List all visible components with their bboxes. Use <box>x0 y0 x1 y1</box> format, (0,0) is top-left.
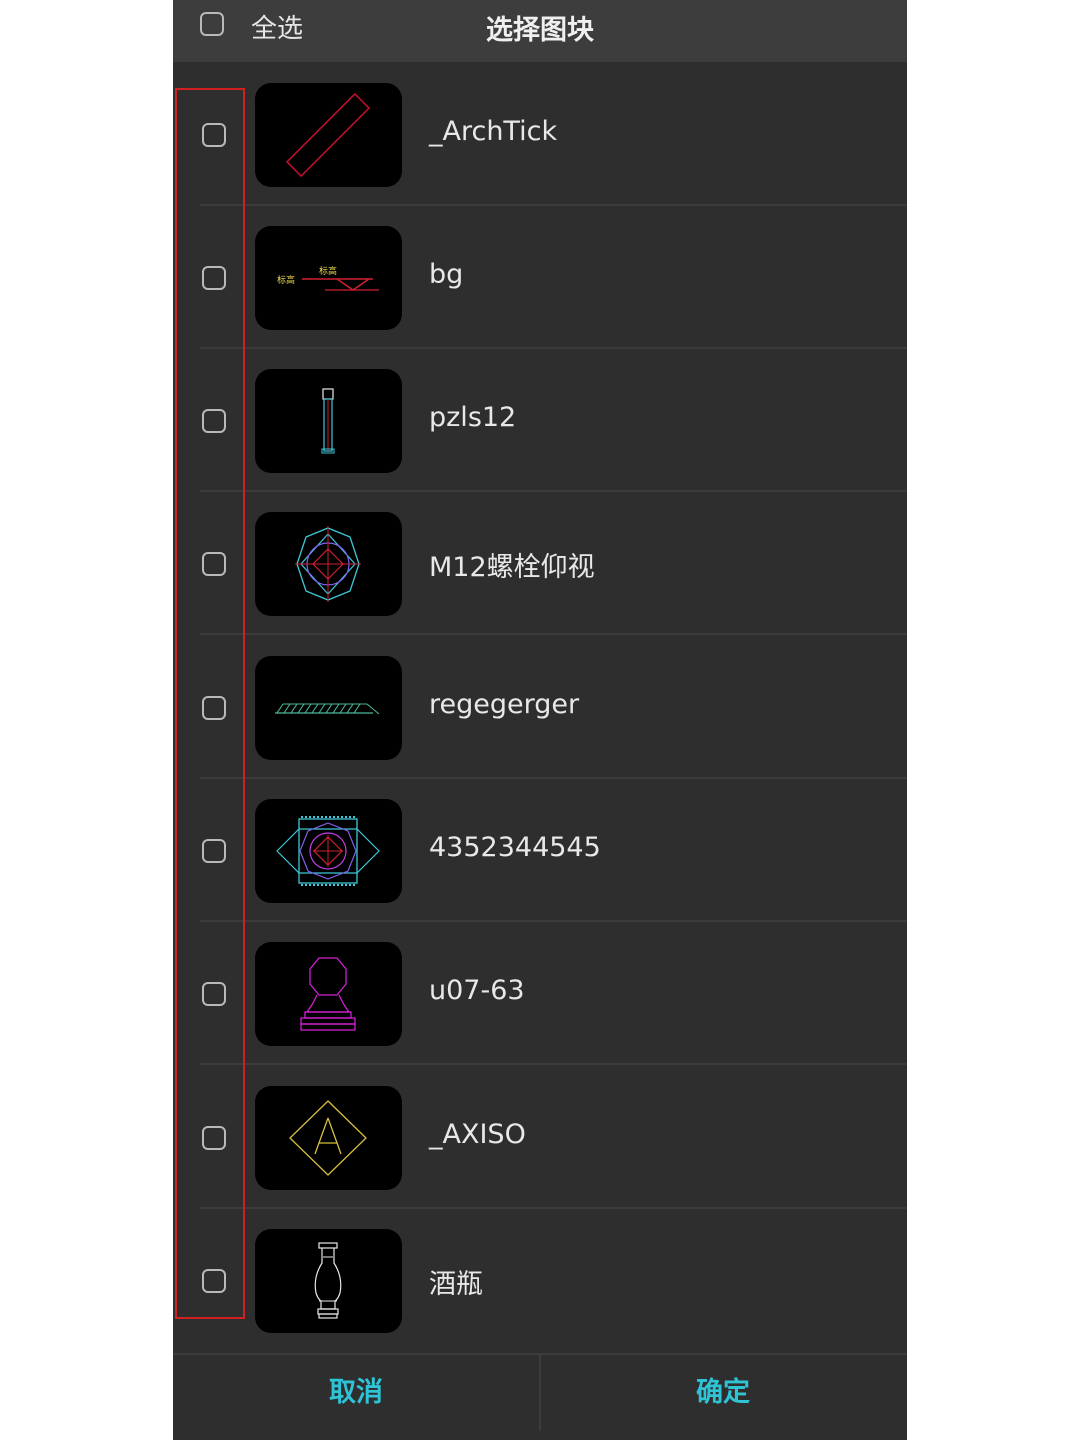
confirm-button[interactable]: 确定 <box>540 1355 906 1440</box>
item-checkbox[interactable] <box>202 266 226 290</box>
bolt-bottom-view-icon <box>255 512 402 616</box>
divider <box>200 1063 907 1065</box>
baluster-icon <box>255 942 402 1046</box>
item-name: 酒瓶 <box>429 1269 483 1300</box>
list-item[interactable]: regegerger <box>173 636 907 779</box>
item-checkbox[interactable] <box>202 696 226 720</box>
item-name: regegerger <box>429 689 580 720</box>
list-item[interactable]: M12螺栓仰视 <box>173 492 907 635</box>
item-name: u07-63 <box>429 975 525 1006</box>
item-name: bg <box>429 259 464 290</box>
item-name: pzls12 <box>429 402 517 433</box>
list-item[interactable]: u07-63 <box>173 922 907 1065</box>
list-item[interactable]: pzls12 <box>173 349 907 492</box>
bg-top-label: 标高 <box>319 265 337 277</box>
item-name: M12螺栓仰视 <box>429 552 595 583</box>
item-checkbox[interactable] <box>202 1126 226 1150</box>
item-checkbox[interactable] <box>202 1269 226 1293</box>
item-name: 4352344545 <box>429 832 601 863</box>
arch-tick-icon <box>255 83 402 187</box>
divider <box>200 633 907 635</box>
list-item[interactable]: 标高 标高 bg <box>173 206 907 349</box>
bottle-icon <box>255 1229 402 1333</box>
list-item[interactable]: 酒瓶 <box>173 1209 907 1352</box>
item-checkbox[interactable] <box>202 839 226 863</box>
header-bar: 全选 选择图块 <box>173 0 907 62</box>
item-checkbox[interactable] <box>202 409 226 433</box>
axis-marker-icon <box>255 1086 402 1190</box>
page-title: 选择图块 <box>486 15 594 46</box>
footer-bar: 取消 确定 <box>173 1353 907 1440</box>
item-name: _ArchTick <box>429 116 558 147</box>
hatch-line-icon <box>255 656 402 760</box>
item-name: _AXISO <box>429 1119 526 1150</box>
bg-left-label: 标高 <box>277 274 295 286</box>
bolt-assembly-icon <box>255 799 402 903</box>
cancel-button[interactable]: 取消 <box>173 1355 539 1440</box>
bolt-side-icon <box>255 369 402 473</box>
list-item[interactable]: 4352344545 <box>173 779 907 922</box>
item-checkbox[interactable] <box>202 982 226 1006</box>
item-checkbox[interactable] <box>202 123 226 147</box>
list-item[interactable]: _ArchTick <box>173 63 907 206</box>
list-item[interactable]: _AXISO <box>173 1066 907 1209</box>
block-picker-screen: 全选 选择图块 _ArchTick 标高 标高 bg pzls12 M12螺栓仰… <box>173 0 907 1440</box>
item-checkbox[interactable] <box>202 552 226 576</box>
elevation-mark-icon: 标高 标高 <box>255 226 402 330</box>
